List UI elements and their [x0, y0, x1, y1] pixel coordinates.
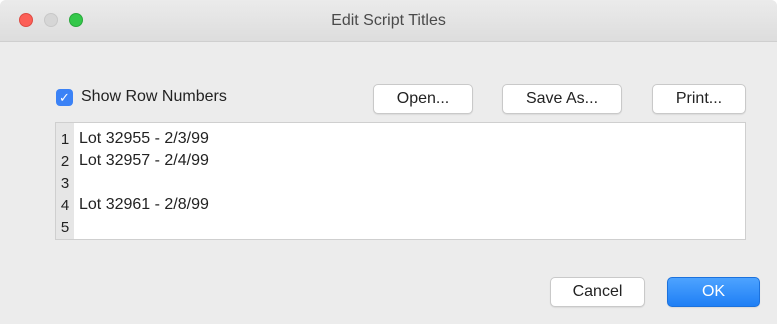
dialog-window: Edit Script Titles ✓ Show Row Numbers Op… — [0, 0, 777, 324]
titles-text-editor[interactable]: 1 Lot 32955 - 2/3/99 2 Lot 32957 - 2/4/9… — [55, 122, 746, 240]
row-number: 2 — [60, 152, 70, 170]
row-number: 5 — [60, 218, 70, 236]
editor-line[interactable]: 2 Lot 32957 - 2/4/99 — [56, 152, 209, 170]
editor-line[interactable]: 4 Lot 32961 - 2/8/99 — [56, 196, 209, 214]
line-text[interactable]: Lot 32961 - 2/8/99 — [79, 196, 209, 214]
checkmark-icon: ✓ — [59, 89, 70, 105]
cancel-button[interactable]: Cancel — [550, 277, 645, 307]
line-text[interactable]: Lot 32955 - 2/3/99 — [79, 130, 209, 148]
open-button[interactable]: Open... — [373, 84, 473, 114]
row-number: 4 — [60, 196, 70, 214]
show-row-numbers-checkbox[interactable]: ✓ — [56, 88, 73, 106]
row-number: 3 — [60, 174, 70, 192]
editor-line[interactable]: 3 — [56, 174, 79, 192]
window-title: Edit Script Titles — [331, 12, 446, 29]
show-row-numbers-option[interactable]: ✓ Show Row Numbers — [56, 88, 227, 106]
editor-line[interactable]: 5 — [56, 218, 79, 236]
ok-button[interactable]: OK — [667, 277, 760, 307]
row-number: 1 — [60, 130, 70, 148]
show-row-numbers-label[interactable]: Show Row Numbers — [81, 88, 227, 106]
save-as-button[interactable]: Save As... — [502, 84, 622, 114]
title-bar: Edit Script Titles — [0, 0, 777, 42]
editor-line[interactable]: 1 Lot 32955 - 2/3/99 — [56, 130, 209, 148]
print-button[interactable]: Print... — [652, 84, 746, 114]
line-text[interactable]: Lot 32957 - 2/4/99 — [79, 152, 209, 170]
